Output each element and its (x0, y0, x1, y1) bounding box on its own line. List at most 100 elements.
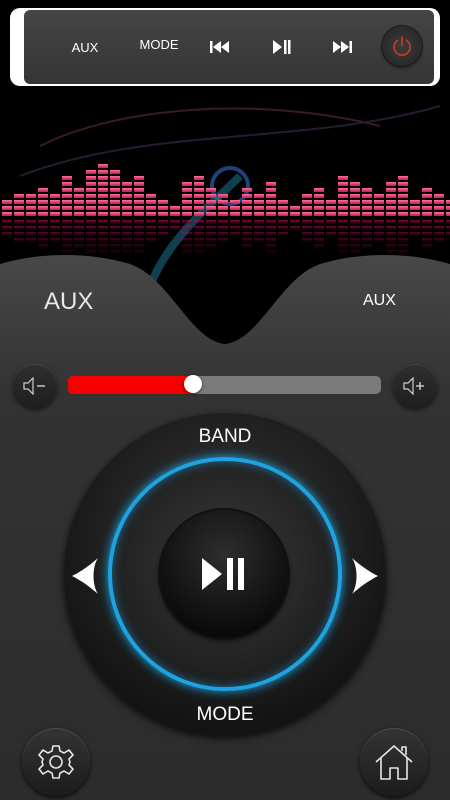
equalizer-bar-segment (326, 212, 336, 216)
equalizer-bar-segment (338, 188, 348, 192)
equalizer-reflection-segment (194, 244, 204, 248)
previous-track-button[interactable] (204, 10, 236, 84)
equalizer-bar-segment (62, 200, 72, 204)
equalizer-bar-segment (98, 164, 108, 168)
equalizer-bar-segment (314, 188, 324, 192)
equalizer-bar-segment (134, 206, 144, 210)
equalizer-reflection-segment (386, 232, 396, 236)
equalizer-bar-segment (302, 212, 312, 216)
equalizer-bar-segment (314, 194, 324, 198)
next-button[interactable] (350, 556, 380, 596)
equalizer-bar-segment (146, 206, 156, 210)
equalizer-bar-segment (266, 206, 276, 210)
equalizer-bar-segment (26, 194, 36, 198)
equalizer-bar-segment (170, 212, 180, 216)
equalizer-reflection-segment (350, 232, 360, 236)
volume-down-button[interactable] (13, 364, 57, 408)
play-pause-icon (202, 558, 244, 590)
equalizer-reflection-segment (14, 220, 24, 224)
equalizer-reflection-segment (326, 220, 336, 224)
equalizer-bar-segment (122, 206, 132, 210)
equalizer-reflection-segment (302, 232, 312, 236)
equalizer-reflection-segment (98, 220, 108, 224)
chevron-left-icon (72, 558, 98, 594)
equalizer-reflection-segment (134, 232, 144, 236)
equalizer-bar-segment (74, 212, 84, 216)
equalizer-bar-segment (206, 194, 216, 198)
equalizer-reflection-segment (254, 220, 264, 224)
equalizer-reflection-segment (86, 232, 96, 236)
equalizer-bar-segment (266, 182, 276, 186)
equalizer-reflection-segment (218, 232, 228, 236)
toolbar-aux-button[interactable]: AUX (64, 10, 106, 84)
equalizer-reflection-segment (362, 244, 372, 248)
equalizer-reflection-segment (134, 220, 144, 224)
play-pause-button[interactable] (266, 10, 298, 84)
power-button[interactable] (382, 26, 422, 66)
previous-button[interactable] (70, 556, 100, 596)
equalizer-bar-segment (422, 188, 432, 192)
equalizer-bar-segment (350, 188, 360, 192)
equalizer-reflection-segment (206, 244, 216, 248)
equalizer-bar-segment (278, 206, 288, 210)
equalizer-reflection-segment (158, 220, 168, 224)
equalizer-reflection-segment (266, 244, 276, 248)
equalizer-reflection-segment (266, 238, 276, 242)
equalizer-bar-segment (326, 200, 336, 204)
volume-slider[interactable] (68, 375, 381, 394)
home-icon (375, 745, 413, 780)
volume-up-button[interactable] (393, 364, 437, 408)
mode-button[interactable]: MODE (0, 704, 450, 726)
equalizer-bar-segment (134, 212, 144, 216)
equalizer-bar-segment (2, 200, 12, 204)
band-button[interactable]: BAND (0, 426, 450, 448)
equalizer-reflection-segment (182, 238, 192, 242)
toolbar-mode-button[interactable]: MODE (138, 10, 180, 84)
equalizer-reflection-segment (302, 226, 312, 230)
equalizer-reflection-segment (314, 220, 324, 224)
equalizer-bar-segment (362, 194, 372, 198)
equalizer-bar-segment (194, 206, 204, 210)
equalizer-reflection-segment (134, 244, 144, 248)
equalizer-reflection-segment (74, 244, 84, 248)
equalizer-reflection-segment (362, 232, 372, 236)
equalizer-reflection-segment (206, 232, 216, 236)
equalizer-reflection-segment (74, 232, 84, 236)
equalizer-reflection-segment (266, 232, 276, 236)
center-play-pause-button[interactable] (160, 510, 288, 638)
equalizer-bar-segment (194, 182, 204, 186)
equalizer-reflection-segment (350, 244, 360, 248)
equalizer-reflection-segment (158, 226, 168, 230)
equalizer-bar-segment (110, 212, 120, 216)
equalizer-reflection-segment (434, 232, 444, 236)
equalizer-bar-segment (242, 194, 252, 198)
volume-slider-thumb[interactable] (184, 375, 203, 393)
settings-button[interactable] (22, 728, 90, 796)
equalizer-reflection-segment (434, 226, 444, 230)
equalizer-bar-segment (242, 200, 252, 204)
equalizer-bar-segment (434, 194, 444, 198)
equalizer-reflection-segment (314, 238, 324, 242)
equalizer-bar-segment (350, 194, 360, 198)
volume-fill (68, 376, 194, 394)
equalizer-bar-segment (350, 200, 360, 204)
equalizer-bar-segment (338, 206, 348, 210)
equalizer-bar-segment (398, 212, 408, 216)
equalizer-reflection-segment (50, 238, 60, 242)
equalizer-bar-segment (242, 206, 252, 210)
equalizer-bar-segment (14, 200, 24, 204)
home-button[interactable] (360, 728, 428, 796)
equalizer-bar-segment (386, 212, 396, 216)
equalizer-reflection-segment (194, 220, 204, 224)
equalizer-bar-segment (254, 200, 264, 204)
equalizer-bar-segment (110, 182, 120, 186)
equalizer-bar-segment (110, 206, 120, 210)
equalizer-bar-segment (314, 200, 324, 204)
equalizer-reflection-segment (446, 226, 450, 230)
equalizer-bar-segment (98, 170, 108, 174)
source-label-right: AUX (363, 292, 396, 309)
equalizer-reflection-segment (422, 232, 432, 236)
equalizer-bar-segment (206, 206, 216, 210)
next-track-button[interactable] (326, 10, 358, 84)
equalizer-bar-segment (98, 182, 108, 186)
